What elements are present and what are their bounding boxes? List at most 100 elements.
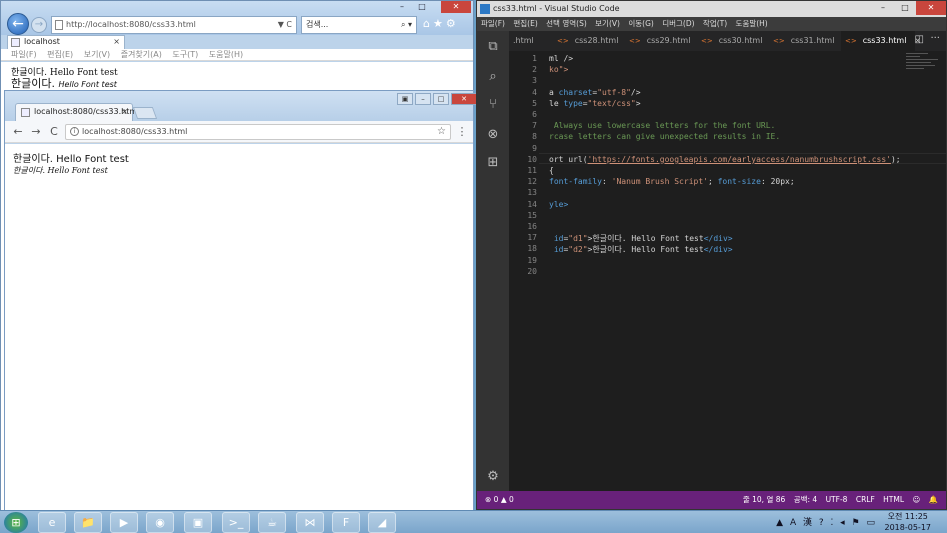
line-ending[interactable]: CRLF (856, 495, 875, 504)
code-line[interactable]: font-family: 'Nanum Brush Script'; font-… (549, 177, 795, 186)
taskbar-ie-icon[interactable]: e (38, 512, 66, 533)
code-token: id (549, 234, 564, 244)
chrome-profile-button[interactable]: ▣ (397, 93, 413, 105)
vscode-tab-css33-active[interactable]: <> css33.html × (841, 31, 921, 51)
chrome-reload-icon[interactable]: C (47, 125, 61, 139)
vscode-menu-debug[interactable]: 디버그(D) (662, 19, 694, 28)
language-mode[interactable]: HTML (883, 495, 904, 504)
vscode-maximize-button[interactable]: □ (895, 1, 915, 15)
source-control-icon[interactable]: ⑂ (485, 97, 501, 113)
chrome-new-tab-button[interactable] (132, 107, 158, 119)
chrome-menu-icon[interactable]: ⋮ (455, 125, 469, 139)
notifications-bell-icon[interactable]: 🔔 (929, 495, 938, 504)
code-line[interactable]: Always use lowercase letters for the fon… (549, 121, 776, 130)
taskbar-app-icon[interactable]: ▣ (184, 512, 212, 533)
code-line[interactable]: ml /> (549, 54, 573, 63)
chrome-maximize-button[interactable]: □ (433, 93, 449, 105)
ie-address-bar[interactable]: http://localhost:8080/css33.html ▼ C (51, 16, 297, 34)
ie-back-button[interactable]: ← (7, 13, 29, 35)
bookmark-star-icon[interactable]: ☆ (437, 125, 446, 139)
ie-tab-close-icon[interactable]: × (113, 36, 120, 48)
vscode-tab-css29[interactable]: <> css29.html (625, 31, 697, 51)
encoding[interactable]: UTF-8 (826, 495, 848, 504)
ie-search-icon[interactable]: ⌕ ▾ (401, 17, 412, 33)
vscode-menu-tasks[interactable]: 작업(T) (703, 19, 727, 28)
html-file-icon: <> (557, 37, 569, 45)
code-line[interactable]: ko"> (549, 65, 568, 74)
system-tray-icons[interactable]: ▲ A 漢 ? ⁚ ◂ ⚑ ▭ (776, 515, 877, 528)
code-line[interactable]: id="d1">한글이다. Hello Font test</div> (549, 233, 733, 244)
vscode-close-button[interactable]: ✕ (916, 1, 946, 15)
ie-home-favorites-settings-icons[interactable]: ⌂★⚙ (423, 17, 459, 30)
taskbar-media-player-icon[interactable]: ▶ (110, 512, 138, 533)
clock[interactable]: 오전 11:25 2018-05-17 (885, 511, 932, 533)
ie-close-button[interactable]: ✕ (441, 1, 471, 13)
ie-menu-edit[interactable]: 편집(E) (47, 50, 73, 59)
ie-refresh-icon[interactable]: ▼ C (278, 17, 292, 33)
taskbar-chrome-icon[interactable]: ◉ (146, 512, 174, 533)
vscode-menu-file[interactable]: 파일(F) (481, 19, 505, 28)
explorer-icon[interactable]: ⧉ (485, 39, 501, 55)
ie-tab[interactable]: localhost × (7, 35, 125, 49)
vscode-menu-edit[interactable]: 편집(E) (513, 19, 537, 28)
taskbar-app2-icon[interactable]: ◢ (368, 512, 396, 533)
taskbar-cmd-icon[interactable]: >_ (222, 512, 250, 533)
code-line[interactable]: yle> (549, 200, 568, 209)
vscode-tab-html[interactable]: .html (509, 31, 553, 51)
ie-maximize-button[interactable]: □ (413, 1, 431, 13)
more-actions-icon[interactable]: ··· (930, 33, 940, 44)
debug-icon[interactable]: ⊗ (485, 127, 501, 143)
start-button[interactable]: ⊞ (4, 512, 28, 533)
search-icon[interactable]: ⌕ (485, 69, 501, 85)
ie-menu-help[interactable]: 도움말(H) (209, 50, 243, 59)
code-token: : 20px; (760, 177, 795, 187)
code-line[interactable]: le type="text/css"> (549, 99, 641, 108)
info-icon[interactable]: i (70, 127, 79, 136)
vscode-activity-bar: ⧉ ⌕ ⑂ ⊗ ⊞ ⚙ (477, 31, 509, 491)
vscode-minimize-button[interactable]: – (873, 1, 893, 15)
minimap[interactable] (906, 51, 942, 75)
chrome-back-icon[interactable]: ← (11, 125, 25, 139)
code-line[interactable]: ort url('https://fonts.googleapis.com/ea… (549, 155, 901, 164)
ie-menu-view[interactable]: 보기(V) (84, 50, 110, 59)
chrome-close-button[interactable]: ✕ (451, 93, 477, 105)
chrome-tab[interactable]: localhost:8080/css33.htm × (15, 103, 137, 121)
code-line[interactable]: id="d2">한글이다. Hello Font test</div> (549, 244, 733, 255)
taskbar-java-icon[interactable]: ☕ (258, 512, 286, 533)
code-line[interactable]: rcase letters can give unexpected result… (549, 132, 780, 141)
settings-gear-icon[interactable]: ⚙ (485, 469, 501, 485)
vscode-tab-css30[interactable]: <> css30.html (697, 31, 769, 51)
chrome-address-bar[interactable]: i localhost:8080/css33.html ☆ (65, 124, 451, 140)
problems-indicator[interactable]: ⊗ 0 ▲ 0 (485, 491, 514, 509)
code-line[interactable]: a charset="utf-8"/> (549, 88, 641, 97)
cursor-position[interactable]: 줄 10, 열 86 (743, 495, 785, 504)
vscode-menu-selection[interactable]: 선택 영역(S) (546, 19, 587, 28)
ie-menu-file[interactable]: 파일(F) (11, 50, 37, 59)
vscode-logo-icon (480, 4, 490, 14)
extensions-icon[interactable]: ⊞ (485, 155, 501, 171)
chrome-forward-icon[interactable]: → (29, 125, 43, 139)
chrome-tab-close-icon[interactable]: × (121, 104, 128, 120)
vscode-menu-view[interactable]: 보기(V) (595, 19, 620, 28)
ie-forward-button[interactable]: → (31, 17, 47, 33)
html-file-icon: <> (701, 37, 713, 45)
taskbar-vscode-icon[interactable]: ⋈ (296, 512, 324, 533)
line-number: 10 (527, 154, 537, 164)
ie-menu-tools[interactable]: 도구(T) (172, 50, 198, 59)
ie-menu-favorites[interactable]: 즐겨찾기(A) (121, 50, 162, 59)
code-token: "d2" (568, 245, 588, 255)
ie-search-box[interactable]: 검색... ⌕ ▾ (301, 16, 417, 34)
vscode-tab-css31[interactable]: <> css31.html (769, 31, 841, 51)
split-editor-icon[interactable]: ◫ (915, 34, 924, 45)
chrome-minimize-button[interactable]: – (415, 93, 431, 105)
indentation[interactable]: 공백: 4 (794, 495, 817, 504)
vscode-editor[interactable]: 1 ml /> 2 ko"> 3 4 a charset="utf-8"/> 5 le type… (509, 51, 946, 491)
vscode-menu-help[interactable]: 도움말(H) (736, 19, 768, 28)
vscode-tab-css28[interactable]: <> css28.html (553, 31, 625, 51)
code-line[interactable]: { (549, 166, 554, 175)
feedback-icon[interactable]: ☺ (912, 495, 920, 504)
taskbar-filezilla-icon[interactable]: F (332, 512, 360, 533)
taskbar-explorer-icon[interactable]: 📁 (74, 512, 102, 533)
vscode-menu-go[interactable]: 이동(G) (628, 19, 653, 28)
ie-minimize-button[interactable]: – (393, 1, 411, 13)
